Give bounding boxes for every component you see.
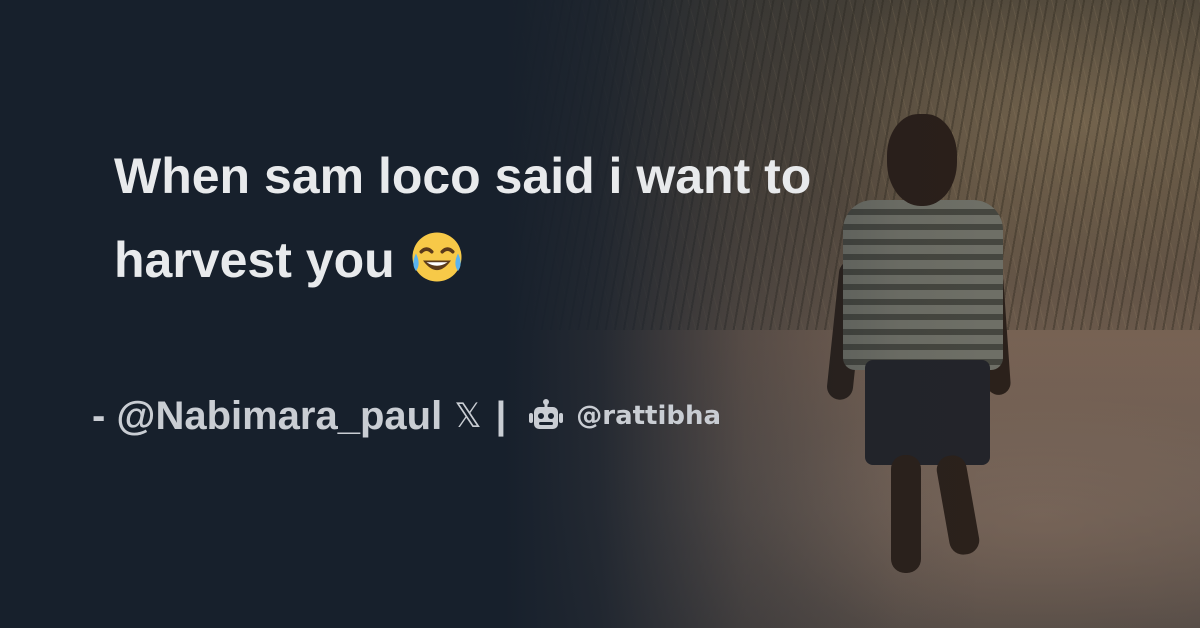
separator: |: [495, 394, 507, 437]
attribution-line: - @Nabimara_paul 𝕏 | @rattibha: [92, 388, 721, 444]
face-with-tears-of-joy-icon: [412, 232, 462, 282]
post-text: When sam loco said i want to harvest you: [114, 134, 934, 302]
x-logo-icon: 𝕏: [454, 396, 482, 436]
share-card: When sam loco said i want to harvest you…: [0, 0, 1200, 628]
dark-gradient-overlay: [0, 0, 1200, 628]
rattibha-handle[interactable]: @rattibha: [576, 401, 721, 431]
robot-icon: [529, 399, 564, 429]
author-handle[interactable]: - @Nabimara_paul: [92, 394, 442, 439]
